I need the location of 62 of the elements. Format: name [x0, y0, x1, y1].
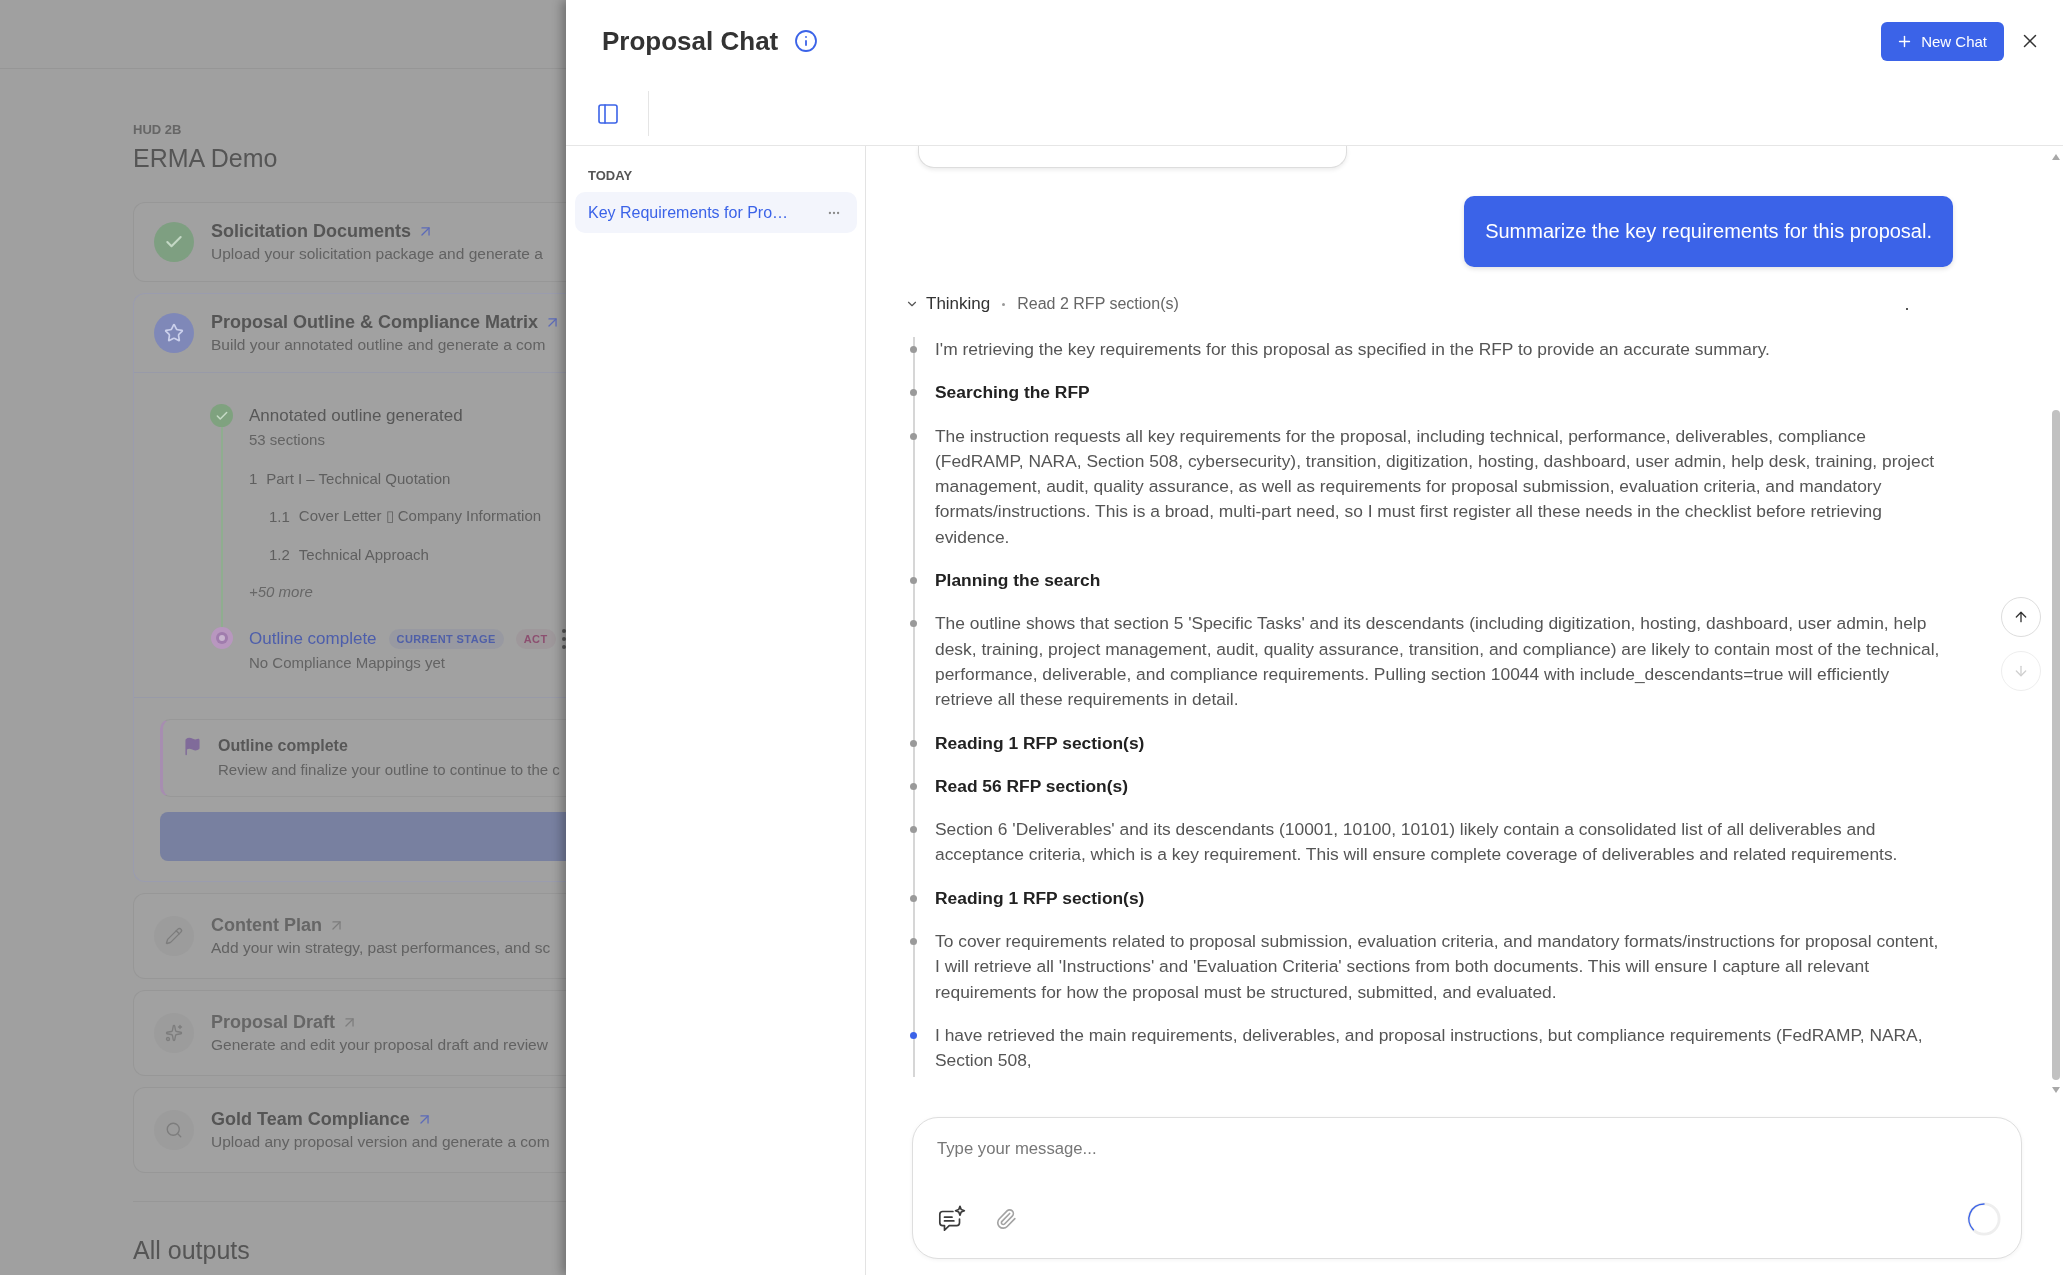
- search-icon: [154, 1110, 194, 1150]
- check-icon: [154, 222, 194, 262]
- pencil-icon: [154, 916, 194, 956]
- separator-dot-icon: [1002, 302, 1006, 306]
- step-text: The outline shows that section 5 'Specific Tasks' and its descendants (including digitization, hosting, dashboard, user admin, help desk, training, project management, audit, quality assurance, transition, and compliance) are likely to contain most of the technical, performance, deliverable, and compliance requirements. Pulling section 10044 with include_descendants=true will efficiently retrieve all these requirements in detail.: [935, 612, 1941, 712]
- stage-description: Upload your solicitation package and generate a: [211, 244, 543, 264]
- step-text: To cover requirements related to proposal submission, evaluation criteria, and mandatory formats/instructions for proposal content, I will retrieve all 'Instructions' and 'Evaluation Criteria' sections from both documents. This will ensure I capture all relevant requirements for how the proposal must be structured, submitted, and evaluated.: [935, 930, 1940, 1004]
- user-message: Summarize the key requirements for this proposal.: [1464, 196, 1953, 267]
- step-title: Annotated outline generated: [249, 405, 463, 427]
- step-detail: 53 sections: [249, 430, 326, 450]
- scroll-up-button[interactable]: [2001, 597, 2041, 637]
- stage-description: Upload any proposal version and generate a com: [211, 1132, 550, 1152]
- step-text: I'm retrieving the key requirements for this proposal as specified in the RFP to provide an accurate summary.: [935, 338, 1771, 361]
- step-text: I have retrieved the main requirements, deliverables, and proposal instructions, but compliance requirements (FedRAMP, NARA, Section 508,: [935, 1023, 1924, 1073]
- outline-title[interactable]: Cover Letter ▯ Company Information: [298, 507, 542, 525]
- section-heading: All outputs: [133, 1235, 251, 1266]
- history-item[interactable]: Key Requirements for Pro…: [575, 192, 857, 233]
- message-input[interactable]: Type your message...: [937, 1135, 2001, 1163]
- chat-title: Proposal Chat: [602, 25, 779, 57]
- stage-description: Add your win strategy, past performances, and sc: [211, 938, 551, 958]
- outline-number: 1: [249, 469, 258, 487]
- scroll-down-arrow-icon[interactable]: [2052, 1087, 2060, 1093]
- project-code: HUD 2B: [133, 122, 183, 138]
- step-heading: Searching the RFP: [935, 381, 1091, 405]
- step-heading: Reading 1 RFP section(s): [935, 731, 1146, 755]
- step-detail: No Compliance Mappings yet: [249, 653, 446, 673]
- notice-text: Review and finalize your outline to continue to the c: [218, 760, 560, 780]
- thinking-label[interactable]: Thinking: [926, 294, 991, 314]
- stage-title[interactable]: Solicitation Documents: [211, 219, 412, 243]
- drag-handle-icon[interactable]: [562, 628, 566, 650]
- project-title: ERMA Demo: [133, 143, 279, 174]
- scroll-up-arrow-icon[interactable]: [2052, 154, 2060, 160]
- stage-title[interactable]: Gold Team Compliance: [211, 1107, 410, 1131]
- outline-title[interactable]: Technical Approach: [298, 545, 429, 563]
- progress-dot-icon: [210, 627, 233, 649]
- notice-title: Outline complete: [218, 736, 349, 756]
- thinking-summary: Read 2 RFP section(s): [1017, 295, 1179, 313]
- step-title: Outline complete: [249, 628, 377, 650]
- step-heading: Planning the search: [935, 569, 1102, 593]
- sidebar-panel-icon[interactable]: [596, 101, 620, 126]
- stage-badge: CURRENT STAGE: [388, 628, 504, 649]
- outline-number: 1.2: [269, 545, 290, 563]
- new-chat-button[interactable]: New Chat: [1881, 21, 2004, 61]
- flag-icon: [183, 737, 202, 756]
- stage-badge: ACT: [515, 628, 556, 649]
- chat-sparkle-icon[interactable]: [937, 1204, 967, 1234]
- stage-description: Build your annotated outline and generate a com: [211, 335, 547, 355]
- more-count-text: +50 more: [249, 582, 313, 602]
- stage-description: Generate and edit your proposal draft and review: [211, 1035, 548, 1055]
- check-icon: [210, 404, 233, 427]
- date-group-label: TODAY: [587, 168, 634, 184]
- sparkle-icon: [154, 1013, 194, 1053]
- paperclip-icon[interactable]: [995, 1208, 1017, 1230]
- step-heading: Reading 1 RFP section(s): [935, 886, 1146, 910]
- loading-spinner-icon: [1967, 1202, 2001, 1236]
- info-icon[interactable]: [794, 29, 819, 53]
- stage-title[interactable]: Proposal Outline & Compliance Matrix: [211, 310, 539, 334]
- outline-number: 1.1: [269, 507, 290, 525]
- step-text: The instruction requests all key requirements for the proposal, including technical, performance, deliverables, compliance (FedRAMP, NARA, Section 508, cybersecurity), transition, digitization, hosting, dashboard, user admin, help desk, training, project management, audit, quality assurance, as well as requirements for proposal submission, evaluation criteria, and mandatory formats/instructions. This is a broad, multi-part need, so I must first register all these needs in the checklist before retrieving evidence.: [935, 424, 1936, 549]
- step-text: Section 6 'Deliverables' and its descendants (10001, 10100, 10101) likely contain a consolidated list of all deliverables and acceptance criteria, which is a key requirement. This will ensure complete coverage of deliverables and related requirements.: [935, 818, 1899, 867]
- scrollbar-thumb[interactable]: [2052, 410, 2060, 1080]
- step-heading: Read 56 RFP section(s): [935, 774, 1129, 798]
